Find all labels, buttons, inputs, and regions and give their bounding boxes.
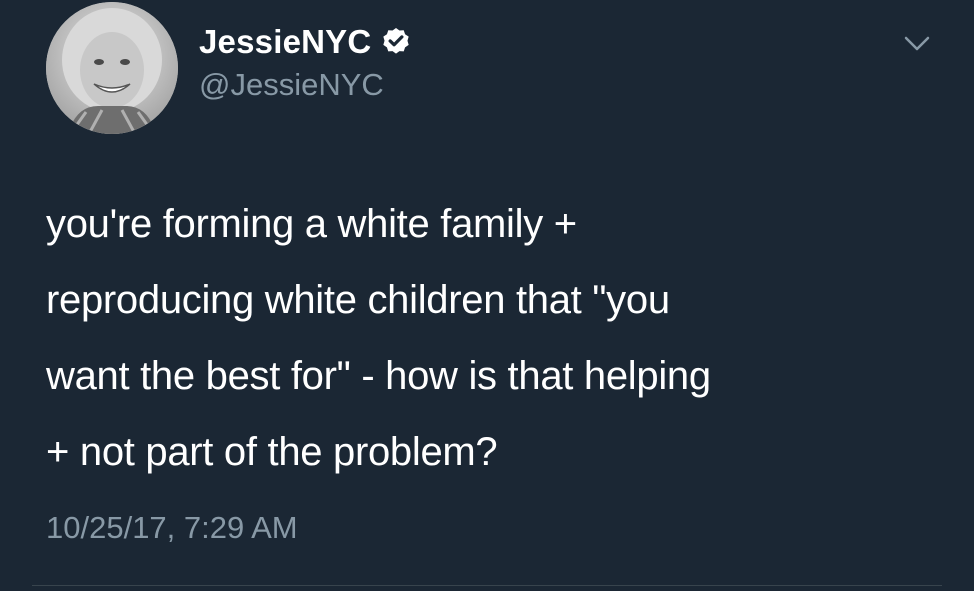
divider [32, 585, 942, 586]
avatar-image [46, 2, 178, 134]
verified-badge-icon [383, 28, 410, 54]
user-handle[interactable]: @JessieNYC [199, 67, 384, 103]
display-name[interactable]: JessieNYC [199, 23, 371, 61]
avatar[interactable] [46, 2, 178, 134]
tweet-card: JessieNYC @JessieNYC you're forming a wh… [0, 0, 974, 591]
display-name-row: JessieNYC [199, 20, 412, 64]
tweet-timestamp[interactable]: 10/25/17, 7:29 AM [46, 510, 298, 546]
chevron-down-icon[interactable] [899, 30, 935, 56]
tweet-text: you're forming a white family + reproduc… [46, 202, 711, 474]
